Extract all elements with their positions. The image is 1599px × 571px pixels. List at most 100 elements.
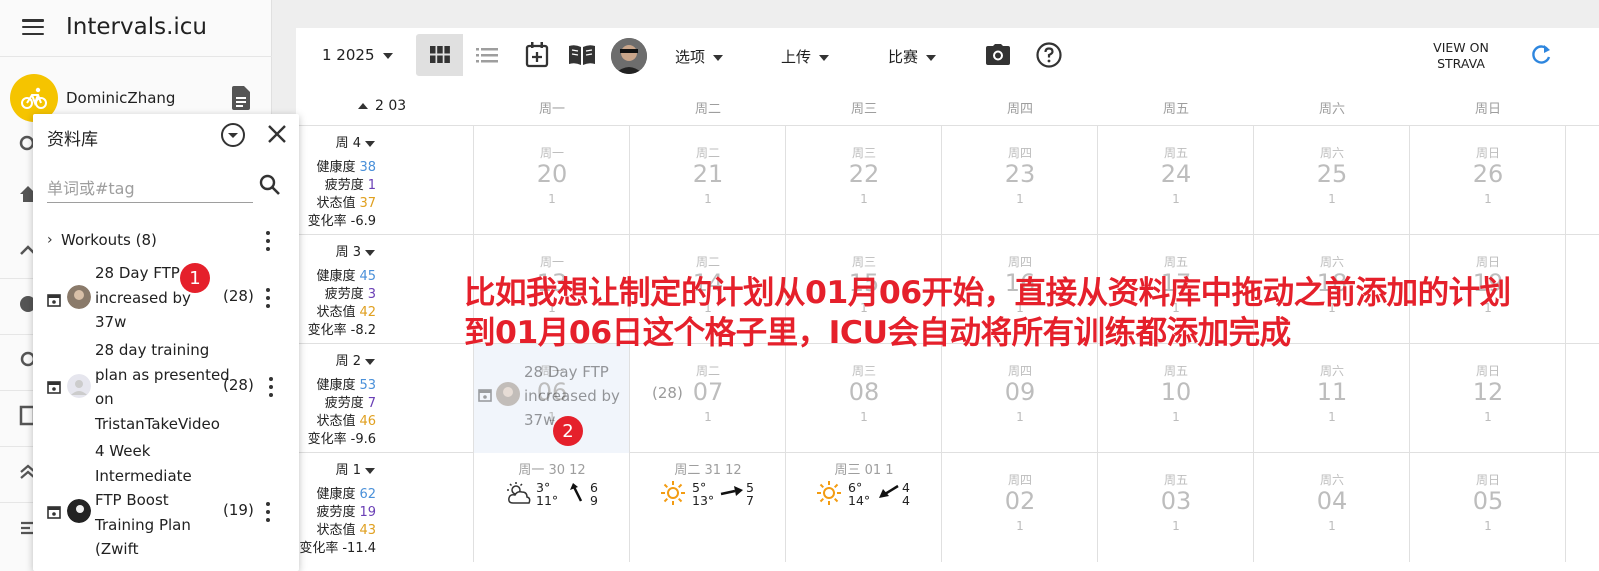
day-cell[interactable]: 周四 09 1 [942, 344, 1098, 453]
fitness-label: 健康度 [316, 487, 356, 502]
book-button[interactable] [568, 44, 596, 70]
day-cell[interactable]: 周六 11 1 [1254, 344, 1410, 453]
workouts-folder[interactable]: › Workouts (8) [47, 228, 157, 252]
drag-ghost-count: (28) [652, 384, 683, 402]
day-cell[interactable]: 周五 10 1 [1098, 344, 1254, 453]
list-view-button[interactable] [463, 34, 510, 76]
add-event-button[interactable] [525, 42, 549, 72]
temperature-range: 6° 14° [848, 481, 870, 507]
day-cell-weather[interactable]: 周二 31 12 5° 13° 57 [630, 453, 786, 562]
day-label: 周四 [1007, 255, 1032, 269]
ramp-stat: 变化率 -8.2 [308, 319, 376, 338]
weekday-header: 周日 [1474, 102, 1501, 117]
document-icon[interactable] [232, 86, 250, 114]
day-number: 24 [1160, 160, 1192, 188]
day-number: 05 [1472, 487, 1504, 515]
day-number: 21 [692, 160, 724, 188]
view-on-strava-link[interactable]: VIEW ON STRAVA [1416, 40, 1506, 72]
day-label: 周四 [1007, 364, 1032, 378]
user-name: DominicZhang [66, 89, 176, 107]
plan-more-icon[interactable] [265, 288, 271, 308]
workouts-folder-label: Workouts (8) [61, 231, 157, 249]
ramp-value: -8.2 [350, 323, 376, 338]
upload-menu[interactable]: 上传 [781, 46, 830, 67]
day-cell[interactable]: 周日 05 1 [1410, 453, 1566, 562]
refresh-button[interactable] [1530, 44, 1552, 70]
week-title[interactable]: 周 2 [336, 350, 375, 369]
fatigue-value: 1 [367, 178, 376, 193]
grid-view-button[interactable] [416, 34, 463, 76]
plan-avatar [67, 285, 91, 309]
library-search-input[interactable]: 单词或#tag [47, 171, 253, 203]
help-button[interactable] [1036, 42, 1062, 72]
week-title[interactable]: 周 4 [336, 132, 375, 151]
day-cell-weather[interactable]: 周三 01 1 6° 14° 44 [786, 453, 942, 562]
day-cell[interactable]: 周日 12 1 [1410, 344, 1566, 453]
day-cell[interactable]: 周四 23 1 [942, 126, 1098, 235]
fatigue-value: 3 [367, 287, 376, 302]
day-cell[interactable]: 周五 03 1 [1098, 453, 1254, 562]
day-cell[interactable]: 周六 04 1 [1254, 453, 1410, 562]
day-cell[interactable]: 周二 21 1 [630, 126, 786, 235]
folder-more-icon[interactable] [265, 231, 271, 251]
plan-count: (28) [223, 287, 254, 305]
wind-speed: 69 [590, 481, 598, 507]
day-label: 周日 [1475, 364, 1500, 378]
week-summary: 周 1 健康度 62 疲劳度 19 状态值 43 变化率 -11.4 [296, 453, 474, 562]
calendar-header: 2 03 周一 周二 周三 周四 周五 周六 周日 [296, 84, 1599, 126]
day-sub: 1 [1172, 519, 1180, 533]
step-badge-1: 1 [180, 263, 210, 293]
fitness-value: 62 [359, 487, 376, 502]
menu-icon[interactable] [22, 19, 44, 35]
day-number: 03 [1160, 487, 1192, 515]
day-label: 周日 [1475, 473, 1500, 487]
caret-down-icon [365, 140, 375, 147]
calendar-star-icon [47, 381, 61, 394]
day-cell[interactable]: 周五 24 1 [1098, 126, 1254, 235]
fitness-value: 45 [359, 269, 376, 284]
caret-down-icon [365, 249, 375, 256]
day-label: 周一 [539, 255, 564, 269]
day-label: 周三 [851, 364, 876, 378]
month-selector[interactable]: 1 2025 [322, 46, 393, 64]
fatigue-stat: 疲劳度 19 [316, 501, 376, 520]
day-cell[interactable]: 周一 20 1 [474, 126, 630, 235]
upload-label: 上传 [781, 48, 812, 66]
day-sub: 1 [1484, 410, 1492, 424]
plan-count: (19) [223, 501, 254, 519]
ramp-stat: 变化率 -6.9 [308, 210, 376, 229]
day-cell[interactable]: 周日 26 1 [1410, 126, 1566, 235]
week-title[interactable]: 周 1 [336, 459, 375, 478]
day-cell[interactable]: 周四 02 1 [942, 453, 1098, 562]
day-cell[interactable]: 周三 22 1 [786, 126, 942, 235]
day-cell[interactable]: 周六 25 1 [1254, 126, 1410, 235]
ramp-label: 变化率 [307, 214, 347, 229]
library-close-button[interactable] [265, 122, 289, 150]
plan-more-icon[interactable] [265, 502, 271, 522]
wind-speed-2: 7 [746, 493, 754, 508]
day-number: 10 [1160, 378, 1192, 406]
wind-speed: 57 [746, 481, 754, 507]
week-summary: 周 2 健康度 53 疲劳度 7 状态值 46 变化率 -9.6 [296, 344, 474, 453]
form-label: 状态值 [316, 523, 356, 538]
day-label: 周日 [1475, 146, 1500, 160]
options-menu[interactable]: 选项 [675, 46, 724, 67]
caret-down-icon [926, 54, 937, 61]
drag-ghost-plan[interactable]: 28 Day FTP increased by 37w (28) [474, 344, 704, 453]
calendar-month-toggle[interactable]: 2 03 [358, 98, 406, 114]
athlete-avatar[interactable] [611, 38, 647, 74]
plan-more-icon[interactable] [268, 377, 274, 397]
day-number: 23 [1004, 160, 1036, 188]
week-title[interactable]: 周 3 [336, 241, 375, 260]
library-search-button[interactable] [259, 174, 281, 200]
weekday-header: 周三 [850, 102, 877, 117]
day-cell-weather[interactable]: 周一 30 12 3° 11° 69 [474, 453, 630, 562]
screenshot-button[interactable] [986, 44, 1010, 69]
wind-arrow-icon [720, 486, 743, 496]
race-menu[interactable]: 比赛 [888, 46, 937, 67]
library-dropdown-button[interactable] [220, 122, 246, 152]
fitness-value: 53 [359, 378, 376, 393]
fatigue-stat: 疲劳度 3 [325, 283, 376, 302]
day-cell[interactable]: 周三 08 1 [786, 344, 942, 453]
day-label: 周五 [1163, 146, 1188, 160]
